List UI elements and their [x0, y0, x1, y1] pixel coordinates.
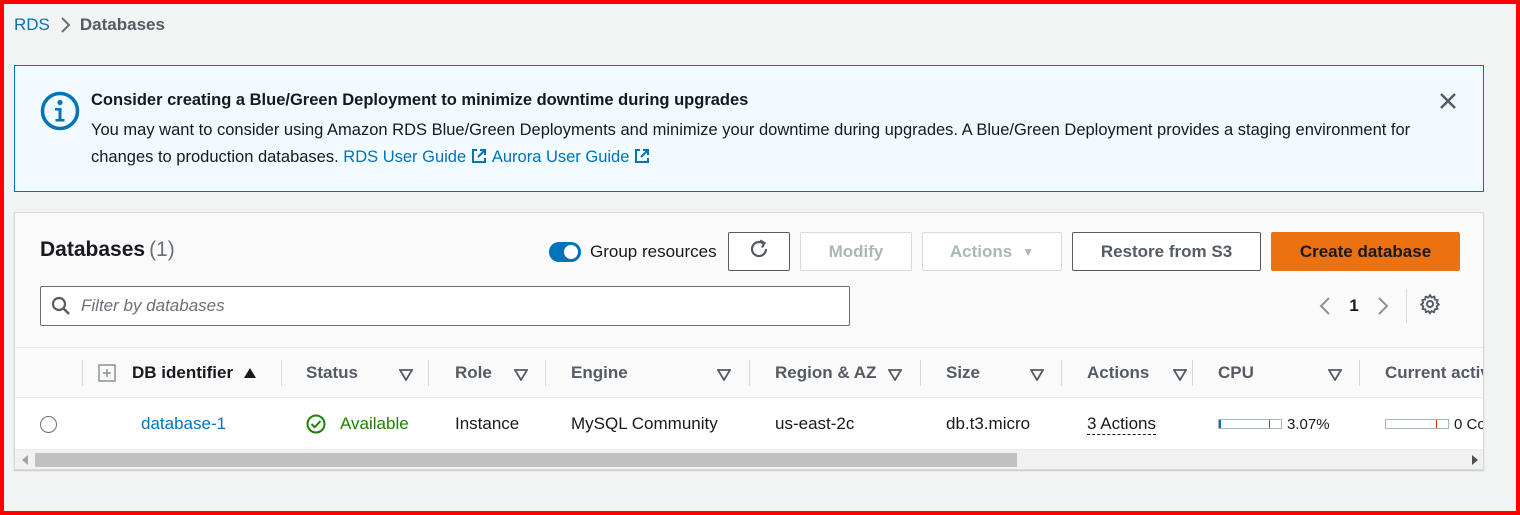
- breadcrumb: RDS Databases: [14, 14, 165, 36]
- column-separator: [545, 360, 546, 386]
- search-icon: [51, 296, 71, 316]
- table-header: DB identifier Status Role Engine Region …: [15, 347, 1483, 398]
- panel-title: Databases (1): [40, 238, 175, 261]
- column-separator: [1359, 360, 1360, 386]
- column-db-identifier[interactable]: DB identifier: [132, 348, 257, 398]
- column-current-activity[interactable]: Current activ: [1385, 348, 1483, 398]
- column-separator: [749, 360, 750, 386]
- cpu-cell: 3.07%: [1218, 398, 1330, 450]
- restore-from-s3-button[interactable]: Restore from S3: [1072, 232, 1261, 271]
- column-separator: [1192, 360, 1193, 386]
- column-actions[interactable]: Actions: [1087, 348, 1188, 398]
- column-separator: [920, 360, 921, 386]
- engine-cell: MySQL Community: [571, 414, 718, 433]
- column-status[interactable]: Status: [306, 348, 414, 398]
- group-resources-control: Group resources: [549, 240, 717, 264]
- caret-down-icon: ▼: [1022, 244, 1035, 259]
- banner-close-button[interactable]: [1435, 90, 1461, 116]
- region-az-cell: us-east-2c: [775, 414, 855, 433]
- gear-icon: [1419, 293, 1441, 320]
- sort-icon: [1327, 366, 1343, 382]
- column-separator: [1061, 360, 1062, 386]
- cpu-meter-threshold: [1269, 420, 1270, 428]
- filter-databases-input[interactable]: [81, 296, 841, 316]
- column-separator: [428, 360, 429, 386]
- group-resources-toggle[interactable]: [549, 242, 581, 262]
- close-icon: [1439, 92, 1457, 115]
- status-text: Available: [340, 414, 409, 433]
- horizontal-scrollbar[interactable]: [15, 450, 1483, 469]
- current-activity-value: 0 Co: [1454, 415, 1484, 433]
- cpu-meter-fill: [1219, 420, 1221, 428]
- next-page-button[interactable]: [1368, 291, 1398, 321]
- size-cell: db.t3.micro: [946, 414, 1031, 433]
- group-resources-label: Group resources: [590, 242, 717, 261]
- rds-user-guide-link[interactable]: RDS User Guide: [343, 148, 488, 166]
- column-size[interactable]: Size: [946, 348, 1046, 398]
- column-separator: [82, 360, 83, 386]
- activity-meter-threshold: [1436, 420, 1437, 428]
- create-database-button[interactable]: Create database: [1271, 232, 1460, 271]
- breadcrumb-rds-link[interactable]: RDS: [14, 15, 50, 35]
- blue-green-info-banner: Consider creating a Blue/Green Deploymen…: [14, 65, 1484, 192]
- row-select-radio[interactable]: [40, 416, 57, 433]
- scrollbar-thumb[interactable]: [35, 453, 1017, 467]
- row-actions-link[interactable]: 3 Actions: [1087, 414, 1156, 435]
- status-cell: Available: [306, 398, 409, 450]
- refresh-icon: [748, 238, 770, 265]
- modify-button[interactable]: Modify: [800, 232, 912, 271]
- database-count: (1): [149, 238, 175, 261]
- sort-icon: [887, 366, 903, 382]
- banner-body: You may want to consider using Amazon RD…: [91, 117, 1411, 171]
- current-activity-cell: 0 Co: [1385, 398, 1484, 450]
- column-separator: [281, 360, 282, 386]
- sort-icon: [716, 366, 732, 382]
- activity-meter: [1385, 419, 1449, 429]
- expand-all-icon[interactable]: [98, 348, 116, 398]
- column-cpu[interactable]: CPU: [1218, 348, 1348, 398]
- role-cell: Instance: [455, 414, 520, 433]
- actions-dropdown-button[interactable]: Actions ▼: [922, 232, 1062, 271]
- table-row: database-1 Available Instance MySQL Comm…: [15, 398, 1484, 450]
- chevron-right-icon: [50, 16, 80, 34]
- sort-ascending-icon: [243, 367, 257, 379]
- sort-icon: [1172, 366, 1188, 382]
- column-engine[interactable]: Engine: [571, 348, 751, 398]
- breadcrumb-current: Databases: [79, 15, 165, 34]
- column-role[interactable]: Role: [455, 348, 545, 398]
- column-region-az[interactable]: Region & AZ: [775, 348, 915, 398]
- previous-page-button[interactable]: [1310, 291, 1340, 321]
- external-link-icon: [633, 147, 651, 165]
- filter-databases-field: [40, 286, 850, 326]
- scroll-left-arrow[interactable]: [15, 450, 35, 469]
- refresh-button[interactable]: [728, 232, 790, 271]
- cpu-value: 3.07%: [1287, 415, 1330, 433]
- sort-icon: [398, 366, 414, 382]
- scroll-right-arrow[interactable]: [1465, 450, 1483, 469]
- sort-icon: [513, 366, 529, 382]
- check-circle-icon: [306, 414, 333, 434]
- external-link-icon: [470, 147, 488, 165]
- sort-icon: [1029, 366, 1045, 382]
- pagination: 1: [1310, 289, 1445, 323]
- current-page[interactable]: 1: [1340, 296, 1368, 316]
- banner-title: Consider creating a Blue/Green Deploymen…: [91, 91, 749, 109]
- banner-body-text: You may want to consider using Amazon RD…: [91, 121, 1411, 166]
- databases-panel: Databases (1) Group resources Modify Acti…: [14, 212, 1484, 470]
- db-identifier-link[interactable]: database-1: [141, 414, 226, 434]
- info-icon: [40, 91, 80, 131]
- table-settings-button[interactable]: [1415, 291, 1445, 321]
- cpu-meter: [1218, 419, 1282, 429]
- aurora-user-guide-link[interactable]: Aurora User Guide: [492, 148, 652, 166]
- pager-divider: [1406, 289, 1407, 323]
